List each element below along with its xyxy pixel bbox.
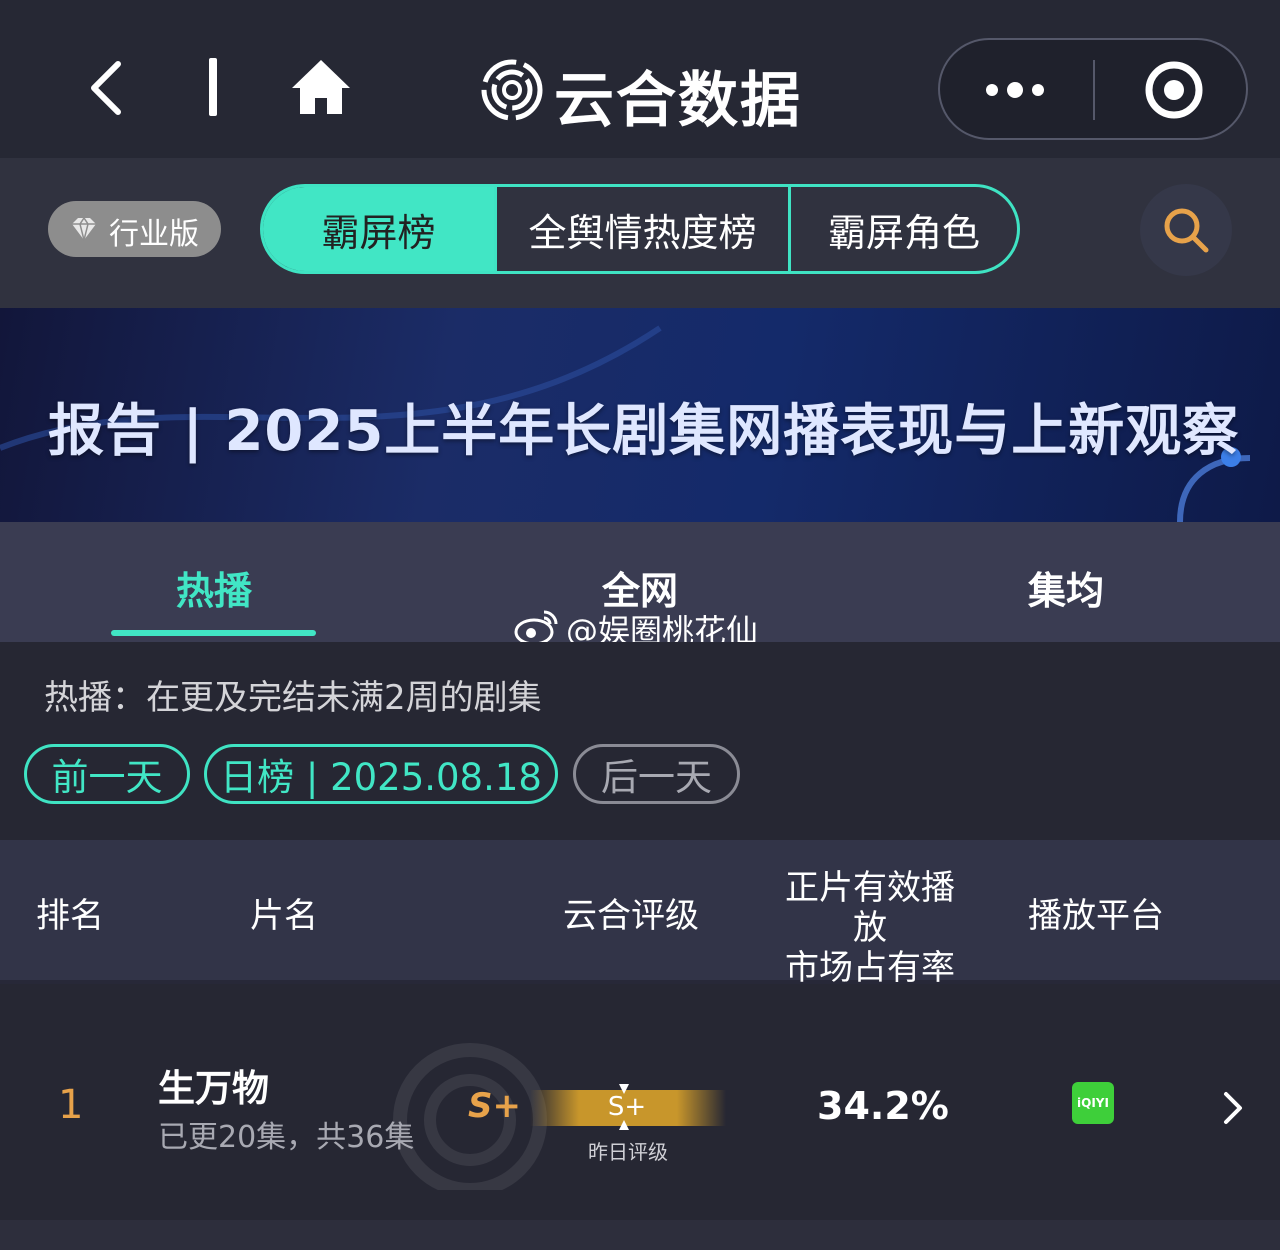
column-header-grade[interactable]: 云合评级: [563, 888, 699, 937]
next-row-partial: [0, 1220, 1280, 1250]
app-title: 云合数据: [554, 66, 802, 136]
segment-screen-dominance[interactable]: 霸屏榜: [263, 187, 495, 271]
ranking-segment-control: 霸屏榜 全舆情热度榜 霸屏角色: [260, 184, 1020, 274]
column-header-market-share[interactable]: 正片有效播放 市场占有率: [770, 868, 970, 988]
column-header-title: 片名: [250, 896, 318, 936]
home-icon[interactable]: [290, 58, 352, 116]
more-icon[interactable]: [980, 76, 1050, 104]
episode-progress: 已更20集，共36集: [158, 1120, 415, 1155]
logo-icon: [481, 59, 543, 121]
diamond-icon: [72, 216, 96, 241]
date-selector[interactable]: 日榜 | 2025.08.18: [204, 744, 558, 804]
chevron-right-icon[interactable]: [1220, 1090, 1246, 1126]
back-icon[interactable]: [86, 58, 126, 118]
column-header-rank: 排名: [36, 896, 104, 936]
previous-day-button[interactable]: 前一天: [24, 744, 190, 804]
banner-title: 报告 | 2025上半年长剧集网播表现与上新观察: [48, 399, 1240, 464]
search-icon[interactable]: [1160, 204, 1212, 256]
capsule-divider: [1093, 60, 1095, 120]
target-icon[interactable]: [1144, 60, 1204, 120]
tab-description: 热播：在更及完结未满2周的剧集: [44, 678, 542, 718]
active-tab-indicator: [111, 630, 316, 636]
previous-grade: S+: [607, 1092, 647, 1122]
weibo-icon: [514, 610, 558, 646]
current-grade: S+: [468, 1086, 521, 1126]
market-share-value: 34.2%: [817, 1084, 949, 1128]
segment-public-opinion-heat[interactable]: 全舆情热度榜: [494, 187, 788, 271]
tab-hot-airing[interactable]: 热播: [176, 560, 252, 615]
next-day-button[interactable]: 后一天: [573, 744, 740, 804]
edition-badge-label: 行业版: [109, 217, 199, 252]
drama-title: 生万物: [158, 1067, 269, 1110]
rank-number: 1: [58, 1082, 84, 1128]
tab-episode-average[interactable]: 集均: [1028, 560, 1104, 615]
previous-grade-label: 昨日评级: [588, 1140, 668, 1164]
nav-divider: [209, 58, 217, 116]
column-header-platform: 播放平台: [1028, 896, 1164, 936]
segment-dominant-roles[interactable]: 霸屏角色: [787, 187, 1017, 271]
iqiyi-platform-icon: iQIYI: [1072, 1082, 1114, 1124]
